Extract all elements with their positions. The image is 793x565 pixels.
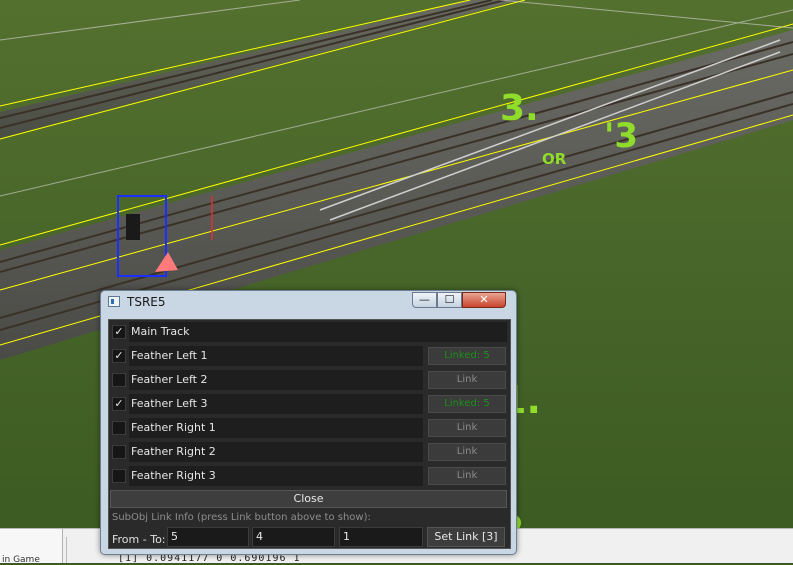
side-panel: in Game bbox=[0, 529, 63, 565]
row-label: Feather Left 2 bbox=[129, 370, 423, 390]
link-button-feather-right-3[interactable]: Link bbox=[428, 467, 506, 485]
from-to-label: From - To: bbox=[112, 533, 166, 546]
row-label: Feather Left 1 bbox=[129, 346, 423, 366]
divider bbox=[66, 537, 67, 563]
row-label: Feather Right 1 bbox=[129, 418, 423, 438]
dialog-client: ✓ Main Track ✓ Feather Left 1 Linked: 5 … bbox=[108, 319, 511, 549]
checkbox-feather-right-1[interactable] bbox=[112, 421, 126, 435]
title-bar[interactable]: TSRE5 — ☐ ✕ bbox=[101, 291, 516, 313]
row-main-track: ✓ Main Track bbox=[110, 321, 509, 343]
row-label: Main Track bbox=[129, 322, 507, 342]
row-label: Feather Right 2 bbox=[129, 442, 423, 462]
link-button-feather-left-3[interactable]: Linked: 5 bbox=[428, 395, 506, 413]
maximize-button[interactable]: ☐ bbox=[437, 292, 462, 308]
row-feather-left-2: Feather Left 2 Link bbox=[110, 369, 509, 391]
minimize-button[interactable]: — bbox=[412, 292, 437, 308]
link-button-feather-left-2[interactable]: Link bbox=[428, 371, 506, 389]
row-label: Feather Right 3 bbox=[129, 466, 423, 486]
row-label: Feather Left 3 bbox=[129, 394, 423, 414]
checkbox-main-track[interactable]: ✓ bbox=[112, 325, 126, 339]
close-button[interactable]: Close bbox=[110, 490, 507, 508]
app-icon bbox=[108, 296, 120, 307]
to-field[interactable]: 4 bbox=[252, 527, 335, 547]
close-window-button[interactable]: ✕ bbox=[462, 292, 506, 308]
annotation-3-right: '3 bbox=[604, 116, 639, 156]
checkbox-feather-left-3[interactable]: ✓ bbox=[112, 397, 126, 411]
checkbox-feather-right-3[interactable] bbox=[112, 469, 126, 483]
side-label: in Game bbox=[2, 555, 40, 565]
row-feather-right-2: Feather Right 2 Link bbox=[110, 441, 509, 463]
count-field[interactable]: 1 bbox=[339, 527, 423, 547]
from-field[interactable]: 5 bbox=[167, 527, 249, 547]
set-link-button[interactable]: Set Link [3] bbox=[427, 527, 505, 547]
link-info-label: SubObj Link Info (press Link button abov… bbox=[112, 512, 371, 523]
checkbox-feather-left-1[interactable]: ✓ bbox=[112, 349, 126, 363]
row-feather-right-3: Feather Right 3 Link bbox=[110, 465, 509, 487]
link-button-feather-left-1[interactable]: Linked: 5 bbox=[428, 347, 506, 365]
row-feather-left-3: ✓ Feather Left 3 Linked: 5 bbox=[110, 393, 509, 415]
link-button-feather-right-1[interactable]: Link bbox=[428, 419, 506, 437]
window-title: TSRE5 bbox=[127, 295, 166, 309]
link-button-feather-right-2[interactable]: Link bbox=[428, 443, 506, 461]
window-controls: — ☐ ✕ bbox=[412, 292, 506, 310]
annotation-or: OR bbox=[542, 150, 567, 168]
row-feather-left-1: ✓ Feather Left 1 Linked: 5 bbox=[110, 345, 509, 367]
checkbox-feather-right-2[interactable] bbox=[112, 445, 126, 459]
row-feather-right-1: Feather Right 1 Link bbox=[110, 417, 509, 439]
checkbox-feather-left-2[interactable] bbox=[112, 373, 126, 387]
annotation-3-left: 3. bbox=[500, 88, 539, 129]
tsre5-dialog: TSRE5 — ☐ ✕ ✓ Main Track ✓ Feather Left … bbox=[100, 290, 517, 555]
